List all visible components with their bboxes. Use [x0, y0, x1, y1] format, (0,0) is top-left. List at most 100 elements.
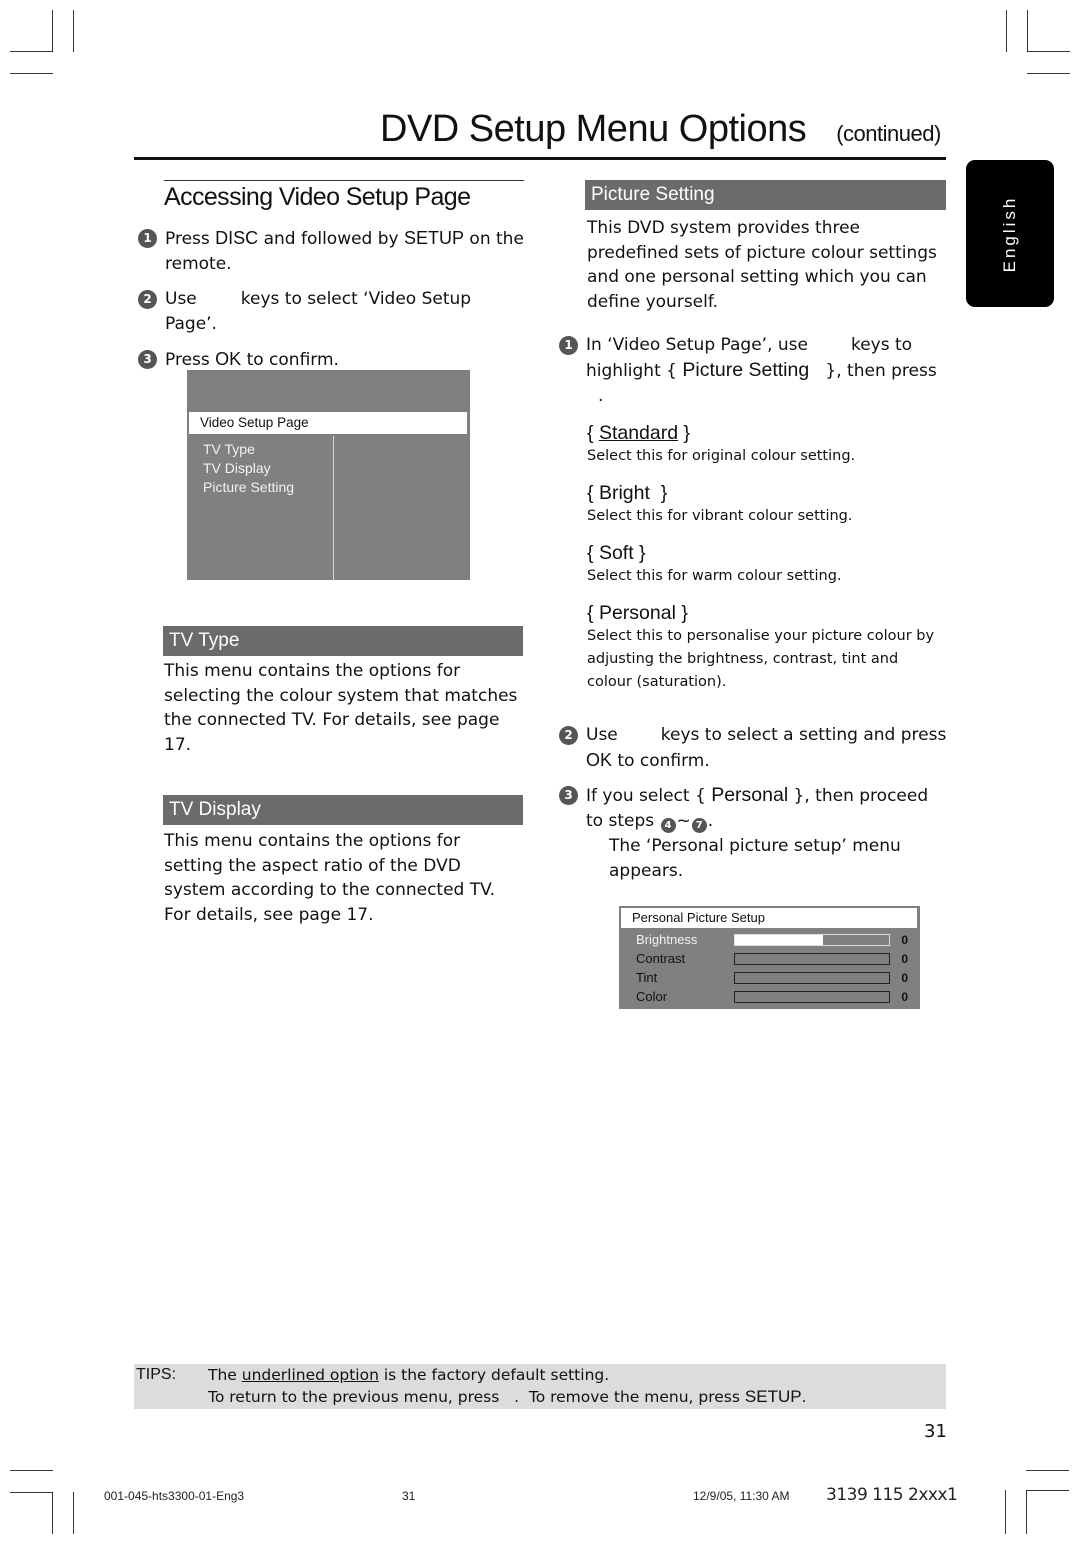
tv-display-heading: TV Display — [163, 795, 523, 825]
picture-setting-intro: This DVD system provides three predefine… — [587, 218, 937, 312]
picture-step-1: 1 In ‘Video Setup Page’, use keys to high… — [559, 333, 949, 409]
crop-mark — [1027, 51, 1070, 52]
tips-box: TIPS: The underlined option is the facto… — [134, 1364, 946, 1409]
key-picture-setting: Picture Setting — [682, 359, 810, 381]
access-steps: 1 Press DISC and followed by SETUP on th… — [138, 226, 528, 373]
crop-mark — [1026, 1490, 1027, 1534]
osd-item-tv-display: TV Display — [203, 460, 271, 476]
step-2: 2 Use keys to select a setting and press … — [559, 723, 949, 774]
crop-mark — [52, 1492, 53, 1534]
step-number-icon: 2 — [138, 290, 157, 309]
pps-row-brightness[interactable]: Brightness 0 — [619, 930, 920, 949]
option-personal: { Personal } Select this to personalise … — [587, 602, 947, 694]
osd-item-picture-setting: Picture Setting — [203, 479, 295, 495]
step-ref-icon: 4 — [660, 818, 676, 833]
pps-label: Brightness — [636, 932, 698, 947]
pps-label: Tint — [636, 970, 658, 985]
crop-mark — [1027, 73, 1070, 74]
pps-value: 0 — [901, 970, 908, 985]
pps-value: 0 — [901, 932, 908, 947]
option-desc: Select this for original colour setting. — [587, 448, 856, 464]
pps-header: Personal Picture Setup — [621, 908, 917, 928]
pps-value: 0 — [901, 951, 908, 966]
crop-mark — [1026, 1470, 1069, 1471]
pps-rows: Brightness 0 Contrast 0 Tint 0 Color 0 — [619, 930, 920, 1006]
step-number-icon: 2 — [559, 726, 578, 745]
step-2: 2 Use keys to select ‘Video Setup Page’. — [138, 287, 528, 337]
pps-slider-fill — [735, 934, 823, 945]
option-standard: { Standard } Select this for original co… — [587, 422, 947, 468]
video-setup-osd: Video Setup Page TV Type TV Display Pict… — [187, 370, 470, 580]
pps-row-color[interactable]: Color 0 — [619, 987, 920, 1006]
tips-line-1: The underlined option is the factory def… — [208, 1366, 610, 1384]
step-3: 3 If you select { Personal }, then proce… — [559, 783, 949, 884]
step-text: Use keys to select ‘Video Setup Page’. — [165, 289, 472, 334]
option-soft: { Soft } Select this for warm colour set… — [587, 542, 947, 588]
pps-slider[interactable] — [734, 952, 890, 965]
pps-label: Color — [636, 989, 668, 1004]
step-number-icon: 3 — [138, 350, 157, 369]
picture-step-2: 2 Use keys to select a setting and press … — [559, 723, 949, 774]
crop-mark — [1005, 1490, 1006, 1534]
option-desc: Select this for warm colour setting. — [587, 568, 842, 584]
picture-options: { Standard } Select this for original co… — [587, 422, 947, 694]
pps-row-tint[interactable]: Tint 0 — [619, 968, 920, 987]
page-title: DVD Setup Menu Options (continued) — [380, 108, 941, 151]
page-title-text: DVD Setup Menu Options — [380, 108, 807, 150]
option-bright: { Bright } Select this for vibrant colou… — [587, 482, 947, 528]
page-number: 31 — [924, 1421, 947, 1442]
tv-display-body: This menu contains the options for setti… — [164, 831, 495, 925]
option-label: Soft — [598, 542, 634, 564]
step-text: Use keys to select a setting and press OK… — [586, 725, 947, 771]
osd-header: Video Setup Page — [189, 412, 467, 434]
footer-date: 12/9/05, 11:30 AM — [693, 1489, 790, 1503]
pps-slider[interactable] — [734, 990, 890, 1003]
crop-mark — [1027, 10, 1028, 52]
crop-mark — [10, 1492, 53, 1493]
picture-setting-heading: Picture Setting — [585, 180, 946, 210]
step-ref-icon: 7 — [691, 818, 707, 833]
pps-row-contrast[interactable]: Contrast 0 — [619, 949, 920, 968]
key-setup: SETUP — [404, 228, 465, 248]
pps-value: 0 — [901, 989, 908, 1004]
tv-type-heading: TV Type — [163, 626, 523, 656]
footer-page: 31 — [402, 1489, 416, 1503]
pps-slider[interactable] — [734, 933, 890, 946]
option-desc: Select this to personalise your picture … — [587, 628, 935, 690]
option-label: Standard — [598, 422, 679, 444]
footer-file: 001-045-hts3300-01-Eng3 — [104, 1489, 245, 1503]
option-label: Personal — [598, 602, 676, 624]
osd-divider — [333, 436, 334, 580]
key-ok: OK — [215, 349, 242, 369]
crop-mark — [73, 10, 74, 52]
pps-slider[interactable] — [734, 971, 890, 984]
crop-mark — [10, 73, 53, 74]
tips-underlined: underlined option — [241, 1366, 379, 1384]
crop-mark — [1026, 1490, 1069, 1491]
step-number-icon: 1 — [138, 229, 157, 248]
crop-mark — [10, 1470, 53, 1471]
tv-type-body: This menu contains the options for selec… — [164, 661, 518, 755]
step-1: 1 In ‘Video Setup Page’, use keys to high… — [559, 333, 949, 409]
option-label: Bright — [598, 482, 650, 504]
step-text: In ‘Video Setup Page’, use keys to highli… — [586, 335, 937, 406]
pps-label: Contrast — [636, 951, 686, 966]
step-note: The ‘Personal picture setup’ menu appear… — [609, 836, 901, 881]
crop-mark — [52, 10, 53, 52]
key-disc: DISC — [215, 228, 259, 248]
step-1: 1 Press DISC and followed by SETUP on th… — [138, 226, 528, 277]
language-tab: English — [966, 160, 1054, 307]
step-text: Press DISC and followed by SETUP on the … — [165, 228, 524, 274]
crop-mark — [73, 1492, 74, 1534]
title-rule — [134, 157, 946, 160]
key-personal: Personal — [711, 784, 789, 806]
key-setup: SETUP — [744, 1387, 802, 1406]
crop-mark — [10, 51, 53, 52]
section-title: Accessing Video Setup Page — [164, 180, 524, 212]
crop-mark — [1006, 10, 1007, 52]
step-text: If you select { Personal }, then proceed… — [586, 783, 949, 884]
language-label: English — [1000, 195, 1019, 272]
step-number-icon: 1 — [559, 336, 578, 355]
footer-code: 3139 115 2xxx1 — [826, 1485, 958, 1505]
tips-line-2: To return to the previous menu, press . … — [208, 1387, 807, 1406]
